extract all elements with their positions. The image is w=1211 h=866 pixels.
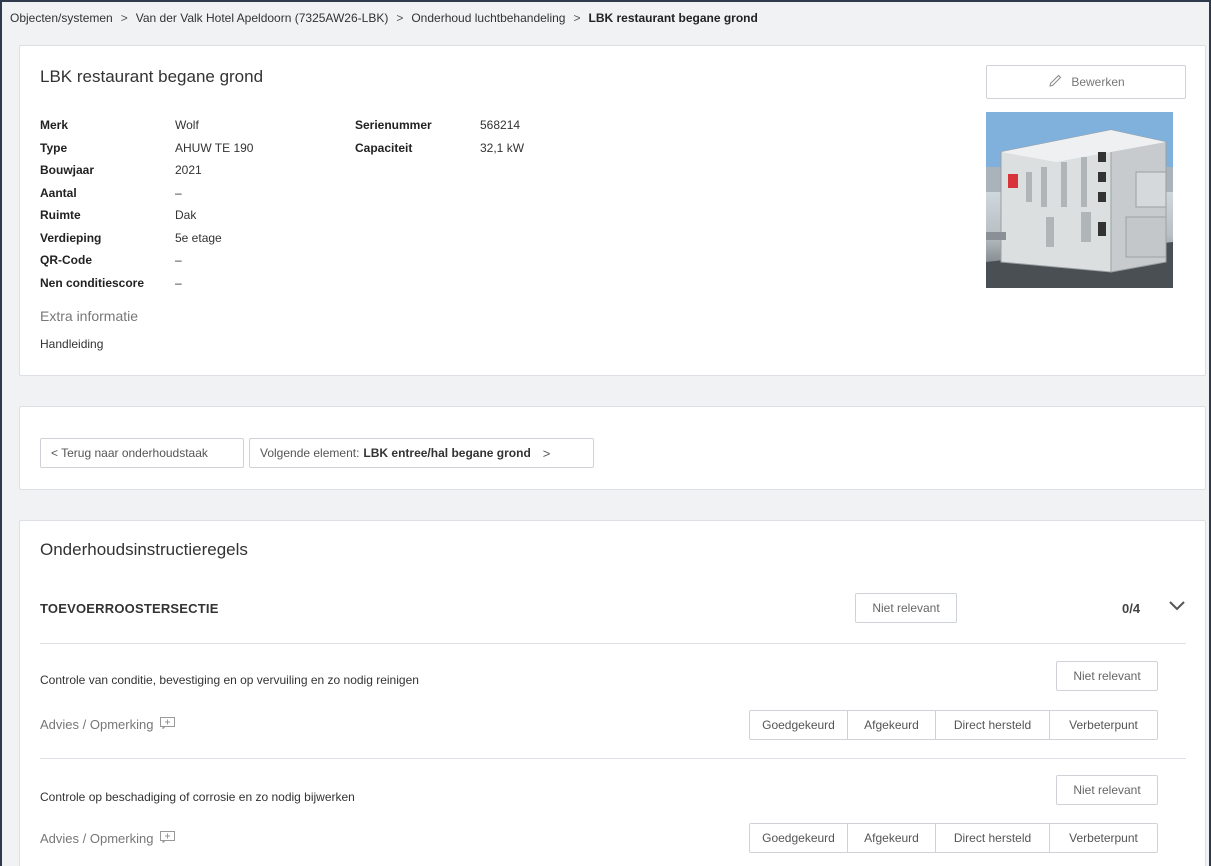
rule-text: Controle van conditie, bevestiging en op… bbox=[40, 673, 419, 687]
advies-opmerking-toggle[interactable]: Advies / Opmerking bbox=[40, 831, 176, 846]
option-direct-hersteld[interactable]: Direct hersteld bbox=[936, 711, 1050, 739]
rule-result-options: Goedgekeurd Afgekeurd Direct hersteld Ve… bbox=[749, 710, 1158, 740]
option-goedgekeurd[interactable]: Goedgekeurd bbox=[750, 711, 848, 739]
spec-value: 568214 bbox=[480, 118, 521, 132]
option-direct-hersteld[interactable]: Direct hersteld bbox=[936, 824, 1050, 852]
advies-opmerking-toggle[interactable]: Advies / Opmerking bbox=[40, 717, 176, 732]
breadcrumb-separator: > bbox=[120, 11, 128, 25]
chevron-down-icon[interactable] bbox=[1168, 599, 1186, 613]
breadcrumb: Objecten/systemen > Van der Valk Hotel Ape… bbox=[10, 11, 758, 25]
breadcrumb-item-objecten[interactable]: Objecten/systemen bbox=[10, 11, 113, 25]
option-verbeterpunt[interactable]: Verbeterpunt bbox=[1050, 824, 1157, 852]
spec-value: Wolf bbox=[175, 118, 199, 132]
advies-label: Advies / Opmerking bbox=[40, 831, 154, 846]
rule-result-options: Goedgekeurd Afgekeurd Direct hersteld Ve… bbox=[749, 823, 1158, 853]
spec-label: Serienummer bbox=[355, 118, 432, 132]
option-goedgekeurd[interactable]: Goedgekeurd bbox=[750, 824, 848, 852]
spec-label: QR-Code bbox=[40, 253, 92, 267]
element-info-card: LBK restaurant begane grond Bewerken Mer… bbox=[19, 45, 1206, 376]
element-navigation-card: < Terug naar onderhoudstaak Volgende ele… bbox=[19, 406, 1206, 490]
spec-value: 5e etage bbox=[175, 230, 222, 245]
edit-button-label: Bewerken bbox=[1071, 75, 1125, 89]
spec-value: 32,1 kW bbox=[480, 140, 525, 155]
breadcrumb-item-onderhoud[interactable]: Onderhoud luchtbehandeling bbox=[411, 11, 565, 25]
rule-not-relevant-button[interactable]: Niet relevant bbox=[1056, 661, 1158, 691]
maintenance-rules-card: Onderhoudsinstructieregels TOEVOERROOSTE… bbox=[19, 520, 1206, 866]
breadcrumb-item-hotel[interactable]: Van der Valk Hotel Apeldoorn (7325AW26-L… bbox=[136, 11, 389, 25]
breadcrumb-separator: > bbox=[573, 11, 581, 25]
breadcrumb-separator: > bbox=[396, 11, 404, 25]
spec-value: – bbox=[175, 185, 182, 200]
divider bbox=[40, 643, 1186, 644]
spec-label: Ruimte bbox=[40, 208, 81, 222]
spec-label: Verdieping bbox=[40, 230, 102, 245]
divider bbox=[40, 758, 1186, 759]
spec-value: AHUW TE 190 bbox=[175, 140, 254, 155]
next-element-button[interactable]: Volgende element: LBK entree/hal begane … bbox=[249, 438, 594, 468]
spec-label: Merk bbox=[40, 118, 69, 132]
element-title: LBK restaurant begane grond bbox=[40, 67, 264, 86]
spec-value: – bbox=[175, 253, 182, 267]
spec-value: 2021 bbox=[175, 163, 202, 177]
spec-label: Type bbox=[40, 140, 68, 155]
breadcrumb-current: LBK restaurant begane grond bbox=[588, 11, 758, 25]
unit-photo[interactable] bbox=[986, 112, 1173, 288]
spec-value: Dak bbox=[175, 208, 197, 222]
spec-label: Aantal bbox=[40, 185, 77, 200]
comment-add-icon bbox=[160, 717, 176, 732]
rule-not-relevant-button[interactable]: Niet relevant bbox=[1056, 775, 1158, 805]
window-frame-top bbox=[0, 0, 1211, 2]
advies-label: Advies / Opmerking bbox=[40, 717, 154, 732]
back-to-task-button[interactable]: < Terug naar onderhoudstaak bbox=[40, 438, 244, 468]
spec-label: Bouwjaar bbox=[40, 163, 95, 177]
window-frame-left bbox=[0, 0, 2, 866]
manual-link[interactable]: Handleiding bbox=[40, 337, 103, 351]
pencil-icon bbox=[1047, 73, 1063, 92]
comment-add-icon bbox=[160, 831, 176, 846]
specs-left: Merk Wolf Type AHUW TE 190 Bouwjaar 2021… bbox=[40, 117, 355, 297]
option-verbeterpunt[interactable]: Verbeterpunt bbox=[1050, 711, 1157, 739]
spec-label: Capaciteit bbox=[355, 140, 413, 155]
edit-button[interactable]: Bewerken bbox=[986, 65, 1186, 99]
rule-text: Controle op beschadiging of corrosie en … bbox=[40, 790, 355, 804]
specs-right: Serienummer 568214 Capaciteit 32,1 kW bbox=[355, 117, 600, 162]
next-element-name: LBK entree/hal begane grond bbox=[363, 446, 531, 460]
section-not-relevant-button[interactable]: Niet relevant bbox=[855, 593, 957, 623]
air-handling-unit-image bbox=[986, 112, 1173, 288]
extra-info-heading: Extra informatie bbox=[40, 308, 139, 324]
section-title: TOEVOERROOSTERSECTIE bbox=[40, 601, 219, 616]
rules-title: Onderhoudsinstructieregels bbox=[40, 540, 248, 559]
chevron-right-icon: > bbox=[542, 445, 551, 461]
option-afgekeurd[interactable]: Afgekeurd bbox=[848, 824, 936, 852]
spec-value: – bbox=[175, 275, 182, 290]
spec-label: Nen conditiescore bbox=[40, 275, 145, 290]
next-element-prefix: Volgende element: bbox=[260, 446, 360, 460]
option-afgekeurd[interactable]: Afgekeurd bbox=[848, 711, 936, 739]
section-progress: 0/4 bbox=[1122, 601, 1141, 616]
